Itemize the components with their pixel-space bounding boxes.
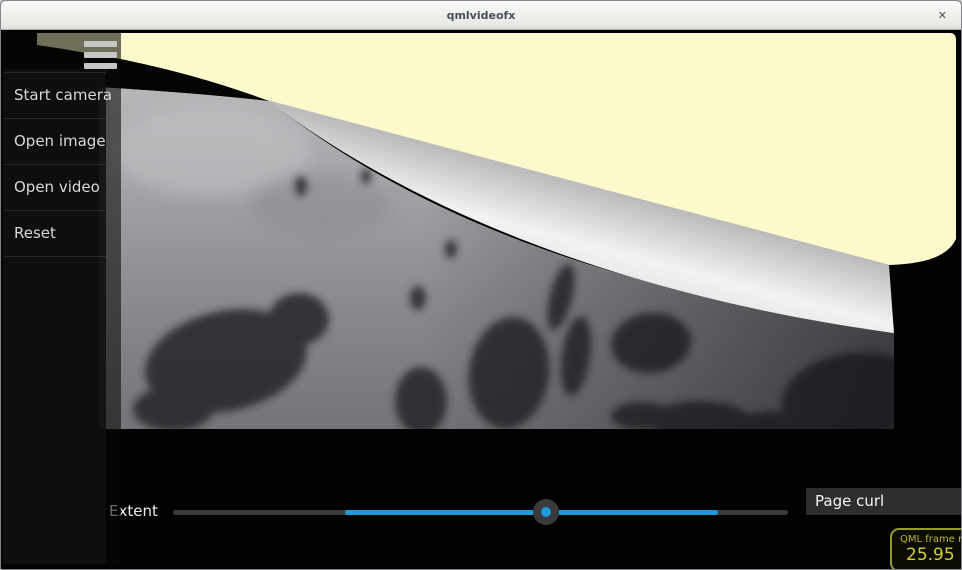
slider-handle-dot — [541, 507, 551, 517]
fps-monitor-value: 25.95 — [906, 545, 962, 565]
file-menu: Start camera Open image Open video Reset — [3, 72, 106, 257]
menu-item-reset[interactable]: Reset — [3, 210, 106, 257]
menu-item-open-image[interactable]: Open image — [3, 118, 106, 164]
window-title: qmlvideofx — [447, 9, 516, 22]
extent-slider[interactable] — [173, 499, 788, 525]
menu-item-open-video[interactable]: Open video — [3, 164, 106, 210]
title-bar: qmlvideofx ✕ — [1, 1, 961, 30]
close-icon[interactable]: ✕ — [934, 1, 951, 29]
slider-handle[interactable] — [533, 499, 559, 525]
effect-selector-button[interactable]: Page curl — [806, 488, 961, 515]
menu-item-start-camera[interactable]: Start camera — [3, 72, 106, 118]
slider-fill — [345, 510, 718, 515]
app-window: qmlvideofx ✕ Start camera Open image Ope… — [0, 0, 962, 570]
video-surface-page-curl-effect[interactable] — [1, 1, 962, 570]
fps-monitor: QML frame r... 25.95 — [890, 528, 962, 570]
fps-monitor-label: QML frame r... — [900, 534, 962, 545]
hamburger-menu-icon[interactable] — [84, 41, 117, 69]
